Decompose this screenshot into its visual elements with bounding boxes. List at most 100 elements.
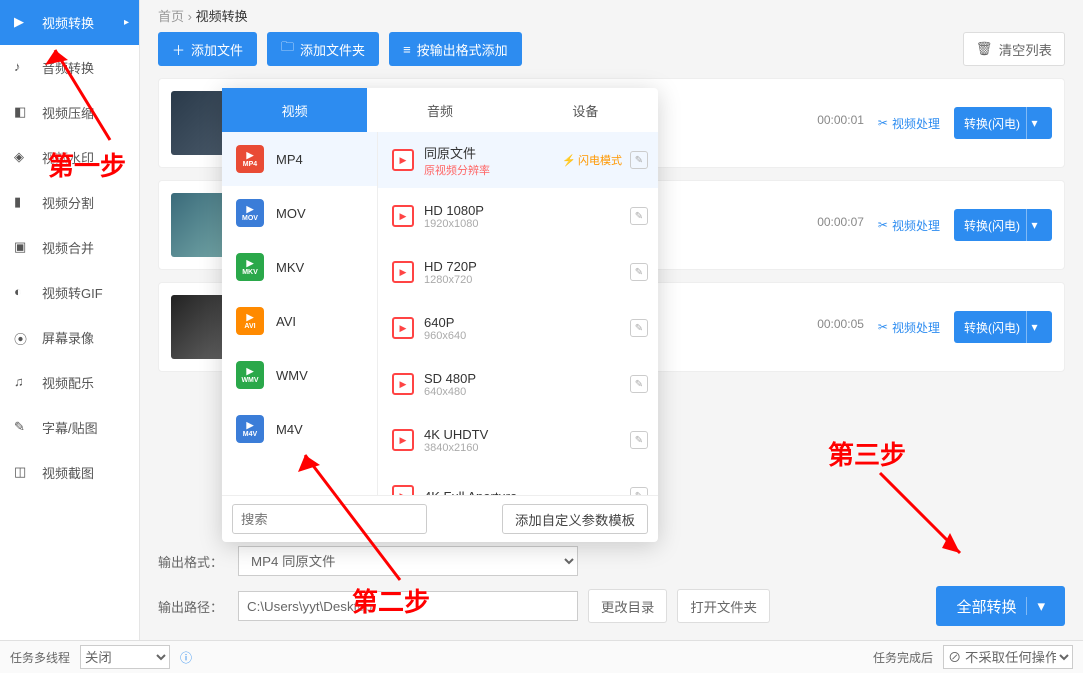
video-process-link[interactable]: ✂视频处理 [878,319,940,336]
format-wmv[interactable]: WMVWMV [222,348,377,402]
tab-video[interactable]: 视频 [222,88,367,132]
sidebar-item-bgm[interactable]: ♫视频配乐 [0,360,139,405]
scissors-icon: ✂ [878,218,888,232]
record-icon: ⦿ [14,329,32,347]
output-footer: 输出格式： MP4 同原文件 输出路径： 更改目录 打开文件夹 全部转换▾ [140,536,1083,640]
video-icon: ▶ [392,149,414,171]
resolution-column: ▶同原文件原视频分辨率⚡闪电模式✎ ▶HD 1080P1920x1080✎ ▶H… [378,132,658,495]
threads-label: 任务多线程 [10,649,70,666]
format-m4v[interactable]: M4VM4V [222,402,377,456]
folder-icon: 🗀 [281,38,294,60]
chevron-down-icon[interactable]: ▾ [1026,209,1042,241]
sidebar-item-merge[interactable]: ▣视频合并 [0,225,139,270]
convert-button[interactable]: 转换(闪电)▾ [954,209,1052,241]
res-1080p[interactable]: ▶HD 1080P1920x1080✎ [378,188,658,244]
video-icon: ▶ [392,373,414,395]
edit-icon[interactable]: ✎ [630,151,648,169]
info-icon[interactable]: ⓘ [180,649,192,666]
format-popup: 视频 音频 设备 MP4MP4 MOVMOV MKVMKV AVIAVI WMV… [222,88,658,542]
sidebar-item-gif[interactable]: ◐视频转GIF [0,270,139,315]
bgm-icon: ♫ [14,374,32,392]
change-dir-button[interactable]: 更改目录 [588,589,667,623]
m4v-icon: M4V [236,415,264,443]
video-icon: ▶ [392,205,414,227]
edit-icon[interactable]: ✎ [630,431,648,449]
sidebar-item-subtitle[interactable]: ✎字幕/贴图 [0,405,139,450]
popup-footer: 添加自定义参数模板 [222,495,658,542]
plus-icon: ＋ [172,40,185,59]
trash-icon: 🗑 [976,41,993,57]
out-format-select[interactable]: MP4 同原文件 [238,546,578,576]
fast-mode-badge: ⚡闪电模式 [562,152,622,168]
add-by-format-button[interactable]: ≡按输出格式添加 [389,32,522,66]
list-icon: ≡ [403,42,411,57]
watermark-icon: ◈ [14,149,32,167]
add-custom-template-button[interactable]: 添加自定义参数模板 [502,504,648,534]
gif-icon: ◐ [14,284,32,302]
res-4k-full[interactable]: ▶4K Full Aperture✎ [378,468,658,495]
tab-device[interactable]: 设备 [513,88,658,132]
after-label: 任务完成后 [873,649,933,666]
res-640p[interactable]: ▶640P960x640✎ [378,300,658,356]
video-icon: ▶ [392,261,414,283]
after-select[interactable]: ⊘ 不采取任何操作 [943,645,1073,669]
edit-icon[interactable]: ✎ [630,375,648,393]
res-4k[interactable]: ▶4K UHDTV3840x2160✎ [378,412,658,468]
video-icon: ▶ [392,429,414,451]
scissors-icon: ✂ [878,320,888,334]
popup-tabs: 视频 音频 设备 [222,88,658,132]
res-480p[interactable]: ▶SD 480P640x480✎ [378,356,658,412]
video-icon: ▶ [392,317,414,339]
toolbar: ＋添加文件 🗀添加文件夹 ≡按输出格式添加 🗑清空列表 [140,28,1083,78]
split-icon: ▮ [14,194,32,212]
tab-audio[interactable]: 音频 [367,88,512,132]
subtitle-icon: ✎ [14,419,32,437]
sidebar-item-watermark[interactable]: ◈视频水印 [0,135,139,180]
video-icon: ▶ [14,14,32,32]
sidebar-item-screenshot[interactable]: ◫视频截图 [0,450,139,495]
edit-icon[interactable]: ✎ [630,263,648,281]
chevron-down-icon[interactable]: ▾ [1026,597,1045,615]
scissors-icon: ✂ [878,116,888,130]
compress-icon: ◧ [14,104,32,122]
chevron-down-icon[interactable]: ▾ [1026,107,1042,139]
video-process-link[interactable]: ✂视频处理 [878,217,940,234]
sidebar-item-split[interactable]: ▮视频分割 [0,180,139,225]
sidebar-item-record[interactable]: ⦿屏幕录像 [0,315,139,360]
search-input[interactable] [232,504,427,534]
convert-button[interactable]: 转换(闪电)▾ [954,311,1052,343]
edit-icon[interactable]: ✎ [630,319,648,337]
format-mkv[interactable]: MKVMKV [222,240,377,294]
format-avi[interactable]: AVIAVI [222,294,377,348]
video-process-link[interactable]: ✂视频处理 [878,115,940,132]
res-same[interactable]: ▶同原文件原视频分辨率⚡闪电模式✎ [378,132,658,188]
sidebar-item-video-compress[interactable]: ◧视频压缩 [0,90,139,135]
sidebar-item-audio-convert[interactable]: ♪音频转换 [0,45,139,90]
add-file-button[interactable]: ＋添加文件 [158,32,257,66]
edit-icon[interactable]: ✎ [630,487,648,495]
mp4-icon: MP4 [236,145,264,173]
mov-icon: MOV [236,199,264,227]
avi-icon: AVI [236,307,264,335]
res-720p[interactable]: ▶HD 720P1280x720✎ [378,244,658,300]
convert-button[interactable]: 转换(闪电)▾ [954,107,1052,139]
clear-list-button[interactable]: 🗑清空列表 [963,32,1065,66]
mkv-icon: MKV [236,253,264,281]
format-column: MP4MP4 MOVMOV MKVMKV AVIAVI WMVWMV M4VM4… [222,132,378,495]
open-folder-button[interactable]: 打开文件夹 [677,589,770,623]
format-mov[interactable]: MOVMOV [222,186,377,240]
sidebar: ▶视频转换 ♪音频转换 ◧视频压缩 ◈视频水印 ▮视频分割 ▣视频合并 ◐视频转… [0,0,140,640]
threads-select[interactable]: 关闭 [80,645,170,669]
out-format-label: 输出格式： [158,552,228,571]
convert-all-button[interactable]: 全部转换▾ [936,586,1065,626]
out-path-input[interactable] [238,591,578,621]
status-bar: 任务多线程 关闭 ⓘ 任务完成后 ⊘ 不采取任何操作 [0,640,1083,673]
wmv-icon: WMV [236,361,264,389]
screenshot-icon: ◫ [14,464,32,482]
format-mp4[interactable]: MP4MP4 [222,132,377,186]
edit-icon[interactable]: ✎ [630,207,648,225]
video-icon: ▶ [392,485,414,495]
sidebar-item-video-convert[interactable]: ▶视频转换 [0,0,139,45]
chevron-down-icon[interactable]: ▾ [1026,311,1042,343]
add-folder-button[interactable]: 🗀添加文件夹 [267,32,379,66]
